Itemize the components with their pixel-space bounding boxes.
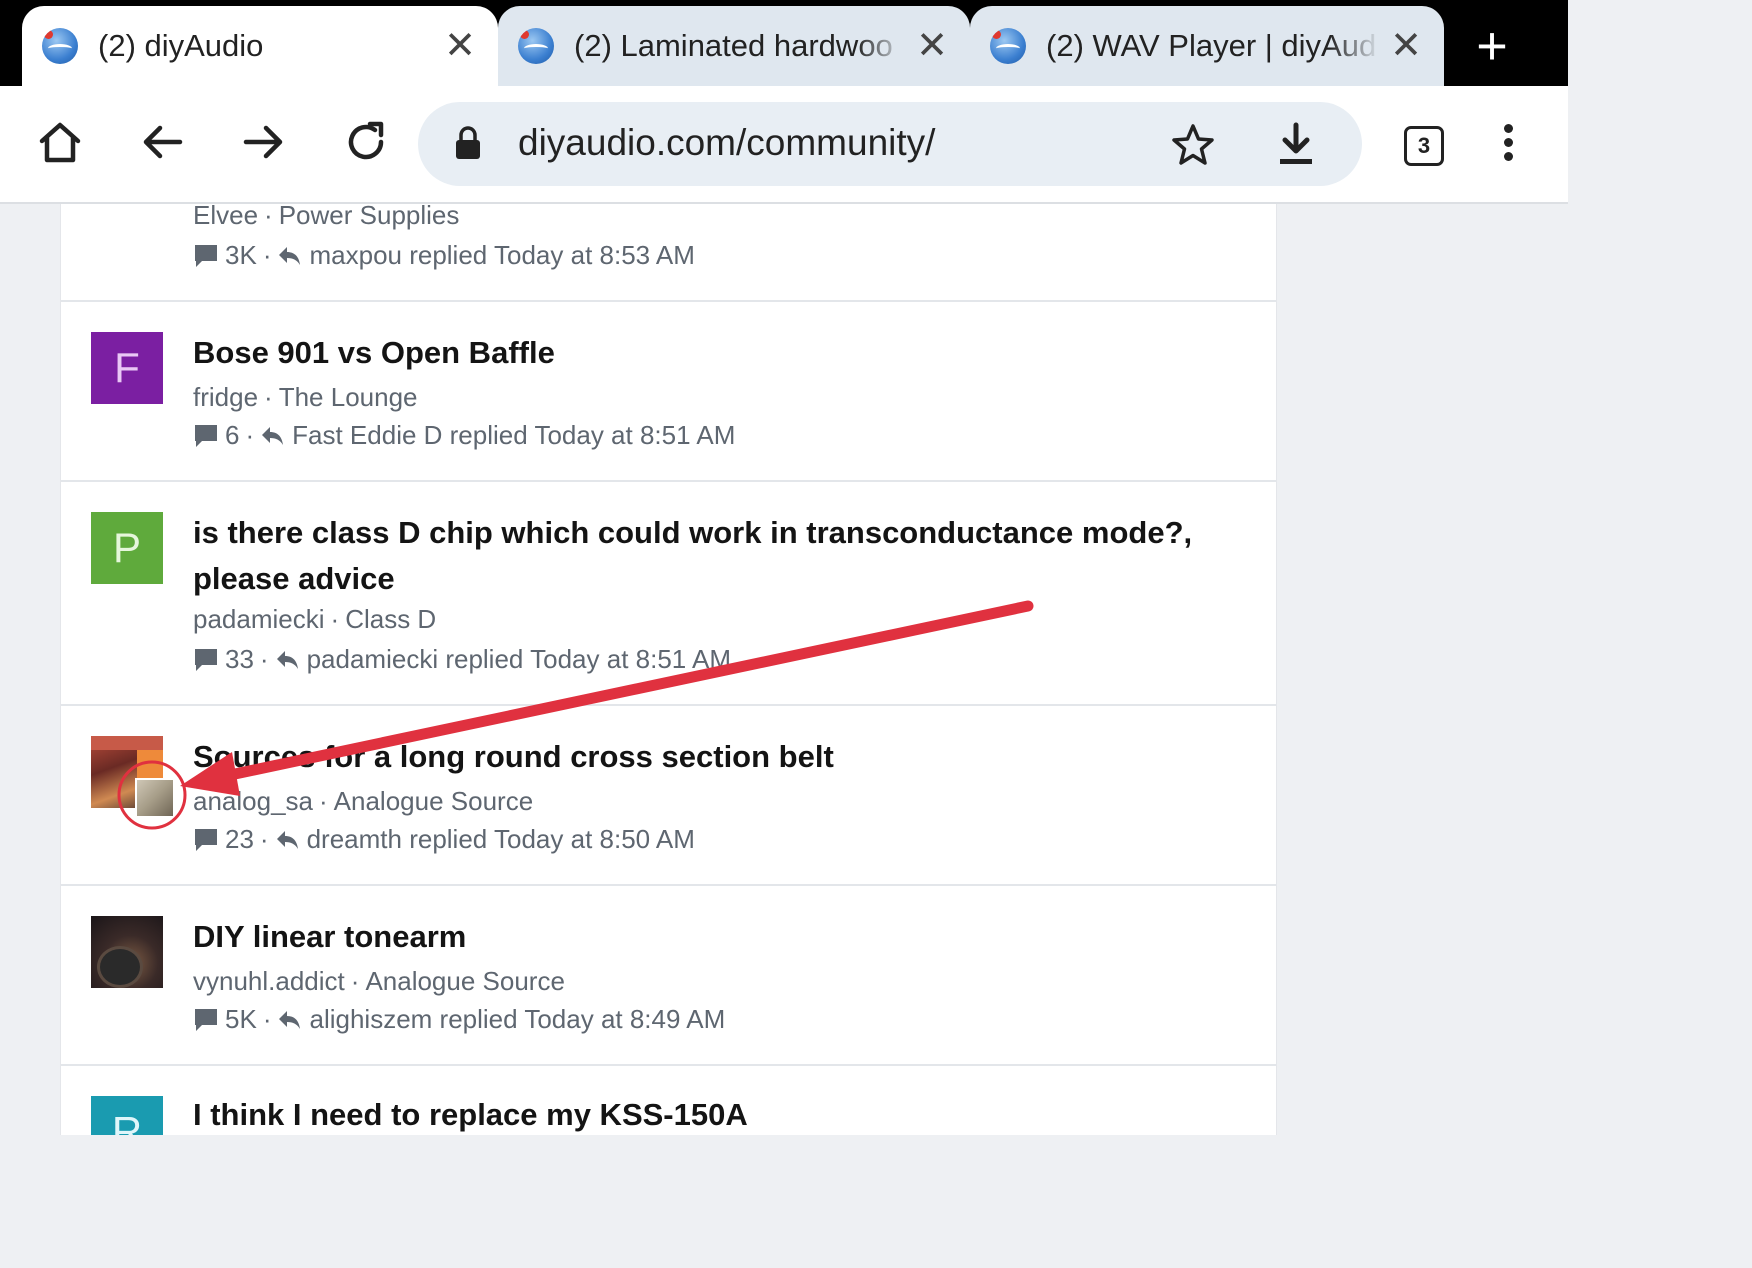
url-text[interactable]: diyaudio.com/community/ bbox=[518, 122, 935, 164]
thread-row[interactable]: DIY linear tonearm vynuhl.addict · Analogu… bbox=[61, 886, 1276, 1066]
thread-author[interactable]: analog_sa bbox=[193, 786, 313, 816]
thread-row[interactable]: Elvee · Power Supplies 3K · maxpou replied … bbox=[61, 204, 1276, 302]
lock-icon[interactable] bbox=[454, 126, 482, 165]
thread-title[interactable]: Bose 901 vs Open Baffle bbox=[193, 330, 1193, 376]
thread-author[interactable]: fridge bbox=[193, 382, 258, 412]
browser-toolbar: diyaudio.com/community/ 3 bbox=[0, 86, 1568, 204]
thread-author[interactable]: padamiecki bbox=[193, 604, 325, 634]
reply-arrow-icon bbox=[262, 426, 284, 445]
tab-wav-player[interactable]: (2) WAV Player | diyAud ✕ bbox=[970, 6, 1444, 86]
diyaudio-favicon-icon bbox=[518, 28, 554, 64]
thread-meta: padamiecki · Class D bbox=[193, 604, 437, 634]
thread-row[interactable]: P is there class D chip which could work… bbox=[61, 482, 1276, 706]
thread-list: Elvee · Power Supplies 3K · maxpou replied … bbox=[60, 204, 1277, 1135]
home-icon[interactable] bbox=[32, 114, 88, 170]
reply-count: 23 bbox=[225, 824, 254, 854]
close-icon[interactable]: ✕ bbox=[1390, 27, 1422, 65]
reply-count: 6 bbox=[225, 420, 240, 450]
thread-meta: Elvee · Power Supplies bbox=[193, 204, 459, 231]
tab-title: (2) WAV Player | diyAud bbox=[1046, 28, 1377, 63]
thread-title[interactable]: I think I need to replace my KSS-150A bbox=[193, 1092, 1193, 1135]
comment-bubble-icon bbox=[195, 424, 217, 447]
last-reply[interactable]: maxpou replied Today at 8:53 AM bbox=[309, 240, 694, 271]
avatar[interactable]: F bbox=[91, 332, 163, 404]
thread-stats: 6 · Fast Eddie D replied Today at 8:51 AM bbox=[193, 420, 735, 451]
reply-count: 3K bbox=[225, 240, 257, 270]
thread-title[interactable]: DIY linear tonearm bbox=[193, 914, 1193, 960]
thread-forum[interactable]: Analogue Source bbox=[365, 966, 564, 996]
tab-title: (2) diyAudio bbox=[98, 28, 264, 63]
thread-author[interactable]: Elvee bbox=[193, 204, 258, 230]
tab-laminated-hardwood[interactable]: (2) Laminated hardwoo ✕ bbox=[498, 6, 970, 86]
reply-arrow-icon bbox=[279, 1010, 301, 1029]
last-reply[interactable]: dreamth replied Today at 8:50 AM bbox=[307, 824, 695, 855]
tab-diyaudio[interactable]: (2) diyAudio ✕ bbox=[22, 6, 498, 86]
address-bar[interactable]: diyaudio.com/community/ bbox=[418, 102, 1362, 186]
thread-row[interactable]: F Bose 901 vs Open Baffle fridge · The Lou… bbox=[61, 302, 1276, 482]
thread-row[interactable]: Sources for a long round cross section b… bbox=[61, 706, 1276, 886]
comment-bubble-icon bbox=[195, 828, 217, 851]
new-tab-plus-icon[interactable]: + bbox=[1468, 18, 1516, 74]
thread-forum[interactable]: Power Supplies bbox=[279, 204, 460, 230]
avatar[interactable]: P bbox=[91, 512, 163, 584]
forward-arrow-icon[interactable] bbox=[236, 114, 292, 170]
thread-stats: 5K · alighiszem replied Today at 8:49 AM bbox=[193, 1004, 725, 1035]
close-icon[interactable]: ✕ bbox=[444, 27, 476, 65]
back-arrow-icon[interactable] bbox=[134, 114, 190, 170]
last-poster-mini-avatar[interactable] bbox=[135, 778, 175, 818]
thread-stats: 23 · dreamth replied Today at 8:50 AM bbox=[193, 824, 695, 855]
page-content: Elvee · Power Supplies 3K · maxpou replied … bbox=[0, 204, 1568, 1135]
download-icon[interactable] bbox=[1274, 122, 1318, 173]
tab-switcher-button[interactable]: 3 bbox=[1404, 126, 1444, 166]
avatar[interactable]: R bbox=[91, 1096, 163, 1135]
thread-title[interactable]: Sources for a long round cross section b… bbox=[193, 734, 1193, 780]
reload-icon[interactable] bbox=[338, 114, 394, 170]
more-menu-icon[interactable] bbox=[1500, 124, 1516, 164]
thread-meta: fridge · The Lounge bbox=[193, 382, 418, 412]
tab-strip: (2) diyAudio ✕ (2) Laminated hardwoo ✕ (… bbox=[0, 0, 1568, 86]
comment-bubble-icon bbox=[195, 244, 217, 267]
reply-arrow-icon bbox=[276, 650, 298, 669]
bookmark-star-icon[interactable] bbox=[1170, 122, 1216, 173]
last-reply[interactable]: alighiszem replied Today at 8:49 AM bbox=[309, 1004, 725, 1035]
avatar[interactable] bbox=[91, 916, 163, 988]
comment-bubble-icon bbox=[195, 1008, 217, 1031]
thread-meta: analog_sa · Analogue Source bbox=[193, 786, 534, 816]
reply-count: 5K bbox=[225, 1004, 257, 1034]
thread-stats: 3K · maxpou replied Today at 8:53 AM bbox=[193, 240, 695, 271]
reply-count: 33 bbox=[225, 644, 254, 674]
diyaudio-favicon-icon bbox=[42, 28, 78, 64]
tab-title: (2) Laminated hardwoo bbox=[574, 28, 893, 63]
thread-forum[interactable]: Class D bbox=[345, 604, 436, 634]
thread-title[interactable]: is there class D chip which could work i… bbox=[193, 510, 1193, 602]
last-reply[interactable]: padamiecki replied Today at 8:51 AM bbox=[307, 644, 731, 675]
comment-bubble-icon bbox=[195, 648, 217, 671]
thread-row[interactable]: R I think I need to replace my KSS-150A bbox=[61, 1066, 1276, 1135]
reply-arrow-icon bbox=[279, 246, 301, 265]
diyaudio-favicon-icon bbox=[990, 28, 1026, 64]
thread-forum[interactable]: Analogue Source bbox=[334, 786, 533, 816]
thread-forum[interactable]: The Lounge bbox=[279, 382, 418, 412]
thread-meta: vynuhl.addict · Analogue Source bbox=[193, 966, 565, 996]
last-reply[interactable]: Fast Eddie D replied Today at 8:51 AM bbox=[292, 420, 735, 451]
thread-author[interactable]: vynuhl.addict bbox=[193, 966, 345, 996]
close-icon[interactable]: ✕ bbox=[916, 27, 948, 65]
thread-stats: 33 · padamiecki replied Today at 8:51 AM bbox=[193, 644, 731, 675]
reply-arrow-icon bbox=[276, 830, 298, 849]
